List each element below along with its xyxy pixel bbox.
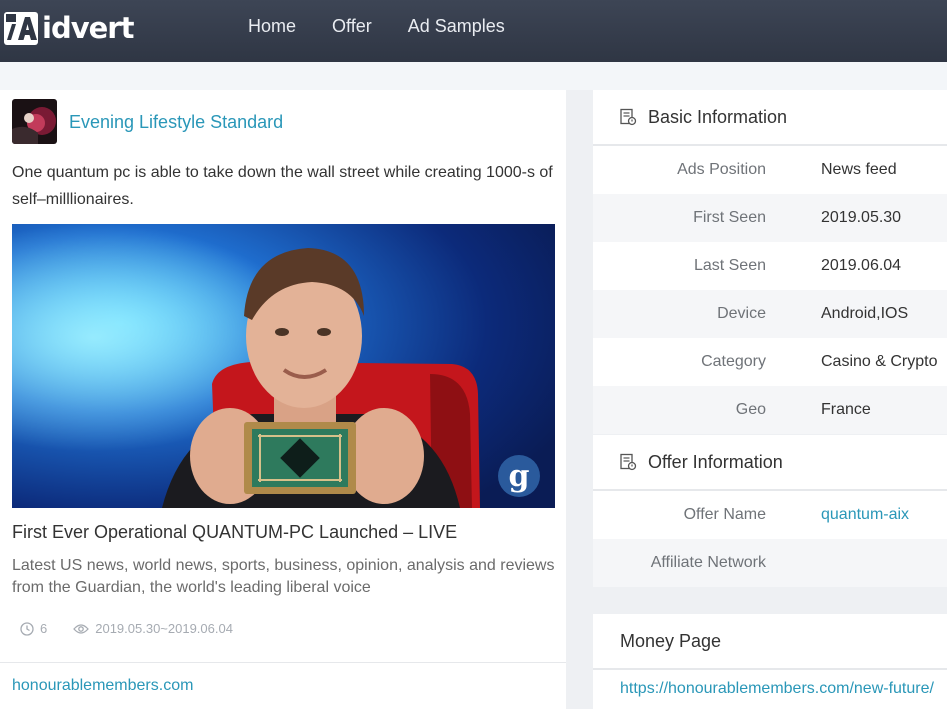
money-page-title: Money Page	[593, 614, 947, 670]
main-nav: Home Offer Ad Samples	[230, 0, 523, 52]
ad-headline[interactable]: First Ever Operational QUANTUM-PC Launch…	[12, 522, 457, 543]
info-value: News feed	[821, 161, 897, 178]
document-icon	[619, 108, 637, 126]
info-value: 2019.05.30	[821, 209, 902, 226]
top-navbar: idvert Home Offer Ad Samples	[0, 0, 947, 62]
advertiser-avatar	[12, 99, 57, 144]
clock-icon	[20, 621, 34, 636]
offer-info-header: Offer Information	[593, 435, 947, 491]
ad-meta-row: 6 2019.05.30~2019.06.04	[20, 621, 233, 636]
info-label: Offer Name	[683, 506, 766, 523]
info-value: Android,IOS	[821, 305, 909, 322]
ad-body-text: One quantum pc is able to take down the …	[12, 164, 553, 208]
info-label: Last Seen	[693, 257, 766, 274]
money-page-url-link[interactable]: https://honourablemembers.com/new-future…	[593, 680, 947, 698]
card-divider	[0, 662, 566, 663]
logo[interactable]: idvert	[2, 8, 134, 48]
ad-domain-link[interactable]: honourablemembers.com	[12, 677, 193, 695]
offer-name-link[interactable]: quantum-aix	[821, 506, 909, 524]
guardian-logo-icon: g	[509, 459, 530, 494]
info-label: Ads Position	[677, 161, 766, 178]
info-row-ads-position: Ads Position News feed	[593, 146, 947, 194]
basic-info-header: Basic Information	[593, 90, 947, 146]
document-icon	[619, 453, 637, 471]
offer-info-panel: Offer Information Offer Name quantum-aix…	[593, 435, 947, 587]
ad-preview-card: Evening Lifestyle Standard One quantum p…	[0, 90, 566, 709]
info-row-first-seen: First Seen 2019.05.30	[593, 194, 947, 242]
offer-info-title: Offer Information	[648, 451, 783, 472]
ad-count: 6	[40, 621, 48, 636]
ad-creative-image[interactable]: g	[12, 224, 555, 508]
info-label: Device	[717, 305, 766, 322]
basic-info-title: Basic Information	[648, 106, 788, 127]
eye-icon	[73, 623, 90, 635]
logo-mark-icon	[2, 8, 40, 48]
nav-offer[interactable]: Offer	[332, 16, 372, 37]
info-label: Geo	[735, 401, 766, 418]
info-label: First Seen	[693, 209, 766, 226]
basic-info-panel: Basic Information Ads Position News feed…	[593, 90, 947, 434]
ad-description: Latest US news, world news, sports, busi…	[12, 557, 555, 596]
money-page-panel: Money Page https://honourablemembers.com…	[593, 614, 947, 709]
info-label: Affiliate Network	[650, 554, 766, 571]
nav-ad-samples[interactable]: Ad Samples	[408, 16, 505, 37]
info-row-last-seen: Last Seen 2019.06.04	[593, 242, 947, 290]
info-row-geo: Geo France	[593, 386, 947, 434]
info-value: France	[821, 401, 871, 418]
page-top-band	[0, 62, 947, 90]
info-row-device: Device Android,IOS	[593, 290, 947, 338]
info-row-category: Category Casino & Crypto	[593, 338, 947, 386]
logo-text: idvert	[42, 11, 134, 45]
ad-date-range: 2019.05.30~2019.06.04	[95, 621, 233, 636]
nav-home[interactable]: Home	[248, 16, 296, 37]
advertiser-name[interactable]: Evening Lifestyle Standard	[69, 112, 283, 133]
info-label: Category	[701, 353, 766, 370]
info-value: 2019.06.04	[821, 257, 902, 274]
info-row-offer-name: Offer Name quantum-aix	[593, 491, 947, 539]
info-value: Casino & Crypto	[821, 353, 938, 370]
info-row-affiliate-network: Affiliate Network	[593, 539, 947, 587]
